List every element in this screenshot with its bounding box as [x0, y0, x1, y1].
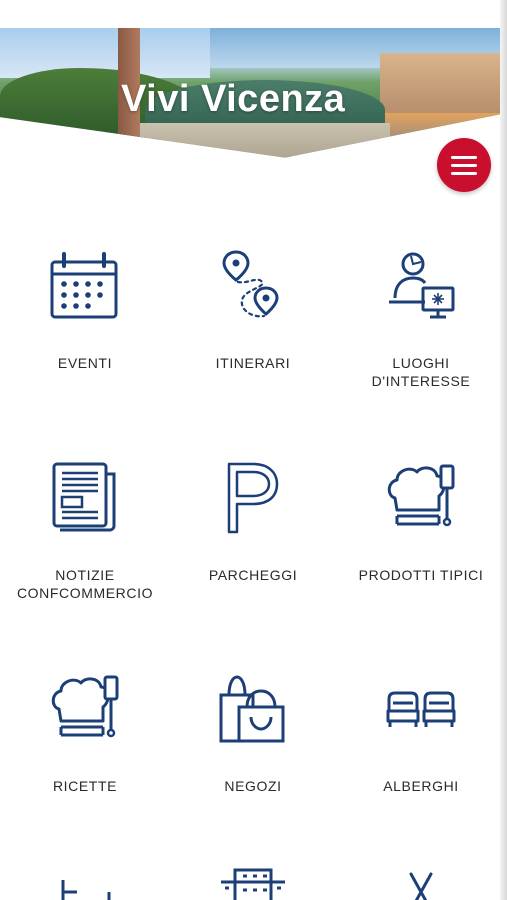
shopping-bag-icon	[219, 675, 285, 743]
tile-ricette[interactable]: RICETTE	[1, 673, 169, 823]
tile-alberghi[interactable]: ALBERGHI	[337, 673, 505, 823]
tile-label: EVENTI	[57, 355, 113, 371]
tile-label: LUOGHI D'INTERESSE	[371, 355, 471, 389]
parking-icon	[227, 462, 279, 534]
app-title: Vivi Vicenza	[121, 78, 346, 120]
tile-notizie-confcommercio[interactable]: NOTIZIE CONFCOMMERCIO	[1, 462, 169, 612]
tile-prodotti-tipici[interactable]: PRODOTTI TIPICI	[337, 462, 505, 612]
bench-icon	[61, 880, 111, 900]
crossed-tools-icon	[409, 872, 433, 900]
tile-itinerari[interactable]: ITINERARI	[169, 250, 337, 400]
tile-label: ITINERARI	[215, 355, 291, 371]
tile-luoghi-d-interesse[interactable]: LUOGHI D'INTERESSE	[337, 250, 505, 400]
tile-parcheggi[interactable]: PARCHEGGI	[169, 462, 337, 612]
hamburger-menu-icon	[451, 155, 477, 159]
newspaper-icon	[52, 462, 116, 532]
tile-label: RICETTE	[52, 778, 118, 794]
tile-partial[interactable]	[337, 870, 505, 900]
tile-label: NOTIZIE CONFCOMMERCIO	[16, 567, 154, 601]
beds-icon	[386, 691, 456, 727]
tile-partial[interactable]	[1, 868, 169, 900]
route-icon	[222, 250, 279, 318]
basilica-facade	[140, 123, 390, 158]
tile-eventi[interactable]: EVENTI	[1, 250, 169, 400]
tile-label: PARCHEGGI	[208, 567, 298, 583]
tile-negozi[interactable]: NEGOZI	[169, 673, 337, 823]
tile-label: NEGOZI	[224, 778, 282, 794]
info-point-icon	[389, 252, 455, 319]
calendar-icon	[50, 252, 118, 319]
building-icon	[221, 868, 285, 900]
chef-hat-icon	[51, 675, 119, 738]
menu-button[interactable]	[437, 138, 491, 192]
tile-label: ALBERGHI	[383, 778, 459, 794]
tile-label: PRODOTTI TIPICI	[358, 567, 484, 583]
header-banner: Vivi Vicenza	[0, 28, 500, 158]
tile-partial[interactable]	[169, 866, 337, 900]
city-buildings	[380, 53, 500, 113]
chef-hat-icon	[387, 464, 455, 527]
hamburger-menu-icon	[451, 171, 477, 175]
hamburger-menu-icon	[451, 163, 477, 167]
